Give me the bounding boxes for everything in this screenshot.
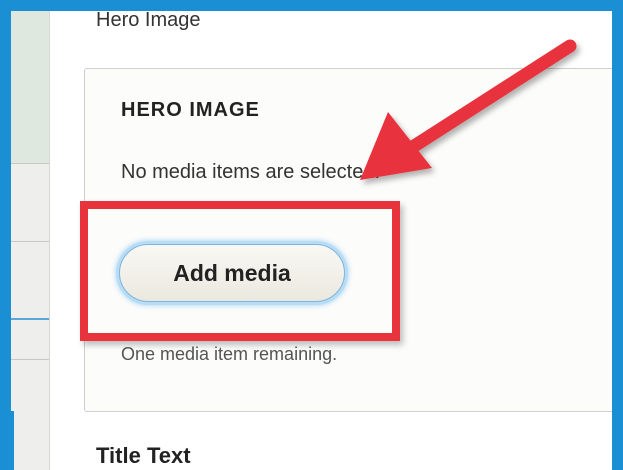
sidebar-gutter-shade (11, 11, 49, 163)
sidebar-divider (11, 359, 49, 360)
sidebar-gutter (11, 11, 50, 470)
sidebar-divider-accent (11, 318, 49, 320)
remaining-items-message: One media item remaining. (121, 344, 338, 364)
sidebar-divider (11, 241, 49, 242)
fieldset-title: HERO IMAGE (121, 99, 260, 121)
empty-media-message: No media items are selected. (121, 161, 381, 183)
hero-image-fieldset: HERO IMAGE No media items are selected. … (84, 68, 612, 412)
hero-image-label: Hero Image (96, 11, 201, 31)
title-text-label: Title Text (96, 443, 191, 468)
add-media-button[interactable]: Add media (119, 244, 345, 302)
sidebar-active-marker (11, 411, 14, 470)
sidebar-divider (11, 163, 49, 164)
form-content: Hero Image HERO IMAGE No media items are… (50, 11, 612, 470)
screenshot-frame: Hero Image HERO IMAGE No media items are… (11, 11, 612, 470)
